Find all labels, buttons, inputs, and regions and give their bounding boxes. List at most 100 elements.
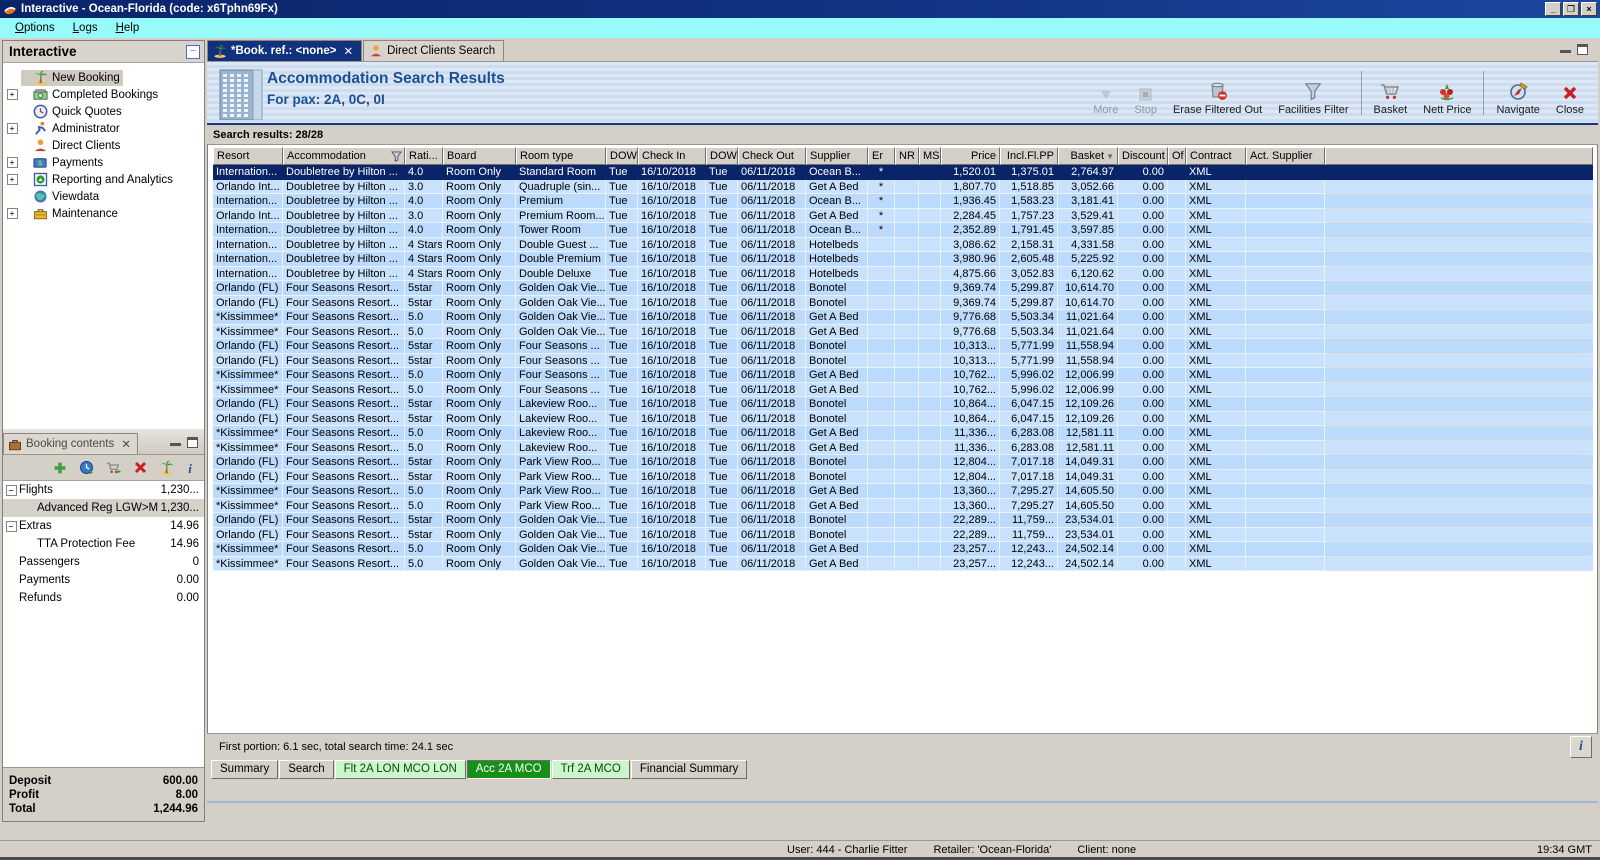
table-row[interactable]: *Kissimmee* Four Seasons Resort... 5.0 Room… [213, 542, 1593, 557]
panel-maximize-icon[interactable] [187, 437, 198, 448]
facilities-filter-button[interactable]: Facilities Filter [1270, 68, 1356, 118]
add-icon[interactable] [53, 461, 67, 475]
sidebar-item-completed-bookings[interactable]: + Completed Bookings [3, 86, 204, 103]
collapse-icon[interactable]: − [5, 484, 17, 496]
column-header-supplier[interactable]: Supplier [806, 147, 868, 165]
panel-minimize-icon[interactable] [170, 437, 181, 446]
close-icon[interactable]: ✕ [343, 44, 353, 58]
navigate-button[interactable]: Navigate [1488, 68, 1547, 118]
cart-go-icon[interactable] [106, 461, 122, 475]
column-header-accommodation[interactable]: Accommodation [283, 147, 405, 165]
column-header-dow[interactable]: DOW [606, 147, 638, 165]
table-row[interactable]: Orlando (FL) Four Seasons Resort... 5star R… [213, 527, 1593, 542]
table-row[interactable]: Orlando (FL) Four Seasons Resort... 5star R… [213, 455, 1593, 470]
expand-icon[interactable]: + [6, 174, 18, 185]
column-header-resort[interactable]: Resort [213, 147, 283, 165]
table-row[interactable]: *Kissimmee* Four Seasons Resort... 5.0 Room… [213, 484, 1593, 499]
booking-row-passengers[interactable]: Passengers 0 [3, 553, 204, 571]
column-header-price[interactable]: Price [941, 147, 1000, 165]
column-header-dow[interactable]: DOW [706, 147, 738, 165]
sidebar-item-viewdata[interactable]: Viewdata [3, 188, 204, 205]
table-row[interactable]: *Kissimmee* Four Seasons Resort... 5.0 Room… [213, 556, 1593, 571]
table-row[interactable]: *Kissimmee* Four Seasons Resort... 5.0 Room… [213, 382, 1593, 397]
section-tab-trf-2a-mco[interactable]: Trf 2A MCO [551, 760, 630, 779]
table-row[interactable]: *Kissimmee* Four Seasons Resort... 5.0 Room… [213, 324, 1593, 339]
table-row[interactable]: Internation... Doubletree by Hilton ... 4 … [213, 266, 1593, 281]
booking-contents-tab[interactable]: Booking contents ✕ [3, 433, 138, 454]
column-header-basket[interactable]: Basket ▼ [1058, 147, 1118, 165]
minimize-button[interactable]: _ [1545, 2, 1561, 16]
section-tab-financial-summary[interactable]: Financial Summary [630, 760, 748, 779]
column-header-incl-fl-pp[interactable]: Incl.Fl.PP [1000, 147, 1058, 165]
sidebar-item-direct-clients[interactable]: Direct Clients [3, 137, 204, 154]
palm-tree-icon[interactable] [159, 460, 174, 475]
erase-filtered-out-button[interactable]: Erase Filtered Out [1165, 68, 1270, 118]
section-tab-acc-2a-mco[interactable]: Acc 2A MCO [466, 760, 551, 779]
collapse-panel-icon[interactable]: − [186, 44, 200, 59]
section-tab-summary[interactable]: Summary [211, 760, 279, 779]
table-row[interactable]: Orlando (FL) Four Seasons Resort... 5star R… [213, 353, 1593, 368]
column-header-discount[interactable]: Discount [1118, 147, 1168, 165]
sidebar-item-administrator[interactable]: + Administrator [3, 120, 204, 137]
column-header-rati-[interactable]: Rati... [405, 147, 443, 165]
table-row[interactable]: Internation... Doubletree by Hilton ... 4.… [213, 223, 1593, 238]
table-row[interactable]: *Kissimmee* Four Seasons Resort... 5.0 Room… [213, 498, 1593, 513]
section-tab-flt-2a-lon-mco-lon[interactable]: Flt 2A LON MCO LON [334, 760, 466, 779]
expand-icon[interactable]: + [6, 123, 18, 134]
column-header-room-type[interactable]: Room type [516, 147, 606, 165]
column-header-board[interactable]: Board [443, 147, 516, 165]
sidebar-item-payments[interactable]: + $ Payments [3, 154, 204, 171]
panel-minimize-icon[interactable] [1560, 44, 1571, 53]
sidebar-item-quick-quotes[interactable]: Quick Quotes [3, 103, 204, 120]
info-icon[interactable]: i [186, 461, 194, 475]
availability-icon[interactable] [79, 460, 94, 475]
filter-funnel-icon[interactable] [391, 151, 402, 162]
table-row[interactable]: *Kissimmee* Four Seasons Resort... 5.0 Room… [213, 440, 1593, 455]
sidebar-item-new-booking[interactable]: New Booking [3, 69, 204, 86]
column-header-of[interactable]: Of [1168, 147, 1186, 165]
table-row[interactable]: *Kissimmee* Four Seasons Resort... 5.0 Room… [213, 310, 1593, 325]
menu-item-help[interactable]: Help [107, 20, 149, 36]
table-row[interactable]: *Kissimmee* Four Seasons Resort... 5.0 Room… [213, 426, 1593, 441]
column-header-check-out[interactable]: Check Out [738, 147, 806, 165]
section-tab-search[interactable]: Search [279, 760, 334, 779]
column-header-act-supplier[interactable]: Act. Supplier [1246, 147, 1325, 165]
expand-icon[interactable]: + [6, 157, 18, 168]
column-header-check-in[interactable]: Check In [638, 147, 706, 165]
table-row[interactable]: *Kissimmee* Four Seasons Resort... 5.0 Room… [213, 368, 1593, 383]
column-header-er[interactable]: Er [868, 147, 895, 165]
table-row[interactable]: Orlando (FL) Four Seasons Resort... 5star R… [213, 411, 1593, 426]
panel-maximize-icon[interactable] [1577, 44, 1588, 55]
table-row[interactable]: Orlando (FL) Four Seasons Resort... 5star R… [213, 339, 1593, 354]
tab--book-ref-none-[interactable]: *Book. ref.: <none> ✕ [207, 40, 363, 61]
table-row[interactable]: Internation... Doubletree by Hilton ... 4 … [213, 237, 1593, 252]
table-row[interactable]: Orlando Int... Doubletree by Hilton ... 3.… [213, 208, 1593, 223]
booking-row-advanced-reg-lgw-m[interactable]: Advanced Reg LGW>M 1,230... [3, 499, 204, 517]
delete-icon[interactable] [134, 461, 147, 474]
expand-icon[interactable]: + [6, 89, 18, 100]
tab-direct-clients-search[interactable]: Direct Clients Search [363, 40, 505, 61]
restore-button[interactable]: ❐ [1563, 2, 1579, 16]
table-row[interactable]: Internation... Doubletree by Hilton ... 4 … [213, 252, 1593, 267]
column-header-contract[interactable]: Contract [1186, 147, 1246, 165]
table-row[interactable]: Orlando (FL) Four Seasons Resort... 5star R… [213, 513, 1593, 528]
column-header-nr[interactable]: NR [895, 147, 919, 165]
close-button[interactable]: Close [1548, 68, 1592, 118]
nett-price-button[interactable]: Nett Price [1415, 68, 1479, 118]
sidebar-item-reporting-and-analytics[interactable]: + Reporting and Analytics [3, 171, 204, 188]
sidebar-item-maintenance[interactable]: + Maintenance [3, 205, 204, 222]
booking-row-flights[interactable]: − Flights 1,230... [3, 481, 204, 499]
table-row[interactable]: Orlando (FL) Four Seasons Resort... 5star R… [213, 281, 1593, 296]
collapse-icon[interactable]: − [5, 520, 17, 532]
table-row[interactable]: Internation... Doubletree by Hilton ... 4.… [213, 194, 1593, 209]
close-button[interactable]: × [1581, 2, 1597, 16]
table-row[interactable]: Internation... Doubletree by Hilton ... 4.… [213, 165, 1593, 180]
menu-item-options[interactable]: Options [6, 20, 64, 36]
table-row[interactable]: Orlando (FL) Four Seasons Resort... 5star R… [213, 295, 1593, 310]
menu-item-logs[interactable]: Logs [64, 20, 107, 36]
info-button[interactable]: i [1570, 736, 1592, 758]
booking-row-extras[interactable]: − Extras 14.96 [3, 517, 204, 535]
table-row[interactable]: Orlando (FL) Four Seasons Resort... 5star R… [213, 397, 1593, 412]
booking-row-payments[interactable]: Payments 0.00 [3, 571, 204, 589]
column-header-ms[interactable]: MS [919, 147, 941, 165]
